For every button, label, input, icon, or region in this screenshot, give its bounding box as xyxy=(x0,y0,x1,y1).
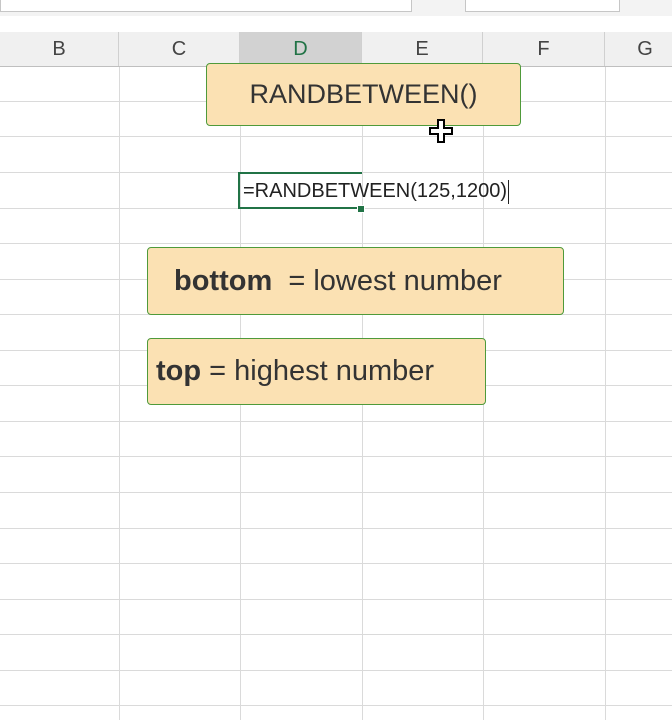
function-title-callout: RANDBETWEEN() xyxy=(206,63,521,126)
grid-line xyxy=(0,670,672,671)
formula-input[interactable] xyxy=(465,0,620,12)
column-header-e[interactable]: E xyxy=(362,32,483,66)
name-box[interactable] xyxy=(0,0,412,12)
column-header-f[interactable]: F xyxy=(483,32,605,66)
bottom-description: = lowest number xyxy=(272,264,502,297)
column-header-c[interactable]: C xyxy=(119,32,240,66)
grid-line xyxy=(0,492,672,493)
bottom-callout: bottom = lowest number xyxy=(147,247,564,315)
cell-formula-text[interactable]: =RANDBETWEEN(125,1200) xyxy=(243,175,509,207)
text-caret xyxy=(507,179,509,204)
top-callout: top = highest number xyxy=(147,338,486,405)
top-description: = highest number xyxy=(201,355,435,387)
column-header-row: B C D E F G xyxy=(0,32,672,67)
grid-line xyxy=(0,528,672,529)
grid-line xyxy=(605,67,606,720)
move-cursor-icon xyxy=(429,119,453,143)
grid-line xyxy=(0,456,672,457)
grid-line xyxy=(0,599,672,600)
grid-line xyxy=(0,563,672,564)
function-title: RANDBETWEEN() xyxy=(249,79,478,109)
grid-line xyxy=(0,421,672,422)
grid-line xyxy=(119,67,120,720)
grid-line xyxy=(0,634,672,635)
column-header-b[interactable]: B xyxy=(0,32,119,66)
column-header-g[interactable]: G xyxy=(605,32,672,66)
grid-line xyxy=(0,136,672,137)
formula-value: =RANDBETWEEN(125,1200) xyxy=(243,180,507,202)
column-header-d[interactable]: D xyxy=(240,32,362,66)
bottom-keyword: bottom xyxy=(174,264,273,297)
top-keyword: top xyxy=(156,355,202,387)
grid-line xyxy=(0,243,672,244)
formula-bar-strip xyxy=(0,0,672,16)
grid-line xyxy=(0,705,672,706)
